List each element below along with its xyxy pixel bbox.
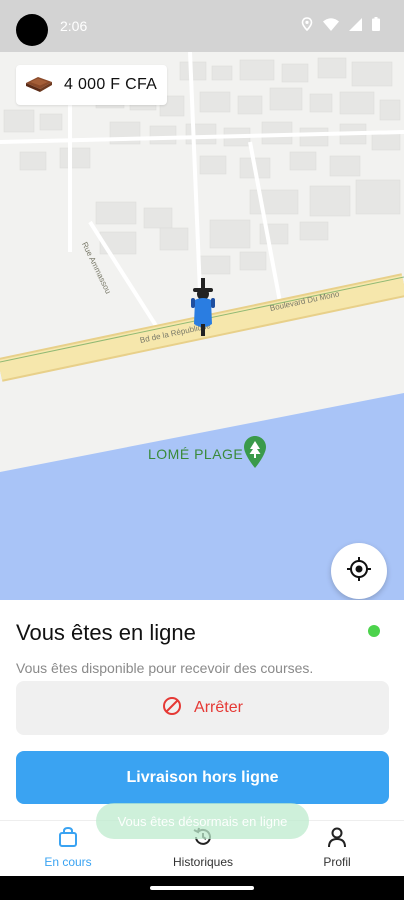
balance-chip[interactable]: 4 000 F CFA [16, 65, 168, 105]
place-label-lome-plage: LOMÉ PLAGE [148, 446, 244, 462]
status-bar: 2:06 [0, 0, 404, 52]
location-icon [301, 17, 313, 31]
prohibited-icon [162, 696, 182, 721]
online-toast-text: Vous êtes désormais en ligne [117, 813, 288, 829]
nav-label-historiques: Historiques [172, 855, 234, 869]
locate-me-button[interactable] [331, 543, 387, 599]
signal-icon [349, 17, 362, 31]
balance-amount: 4 000 F CFA [64, 76, 158, 93]
nav-label-profil: Profil [323, 855, 351, 869]
online-status-description: Vous êtes disponible pour recevoir des c… [16, 660, 314, 676]
stop-button[interactable]: Arrêter [16, 681, 389, 735]
online-status-title: Vous êtes en ligne [16, 620, 196, 645]
status-icons [301, 17, 380, 31]
wallet-icon [24, 73, 54, 98]
profile-icon [326, 826, 348, 853]
wifi-icon [323, 17, 339, 31]
courier-marker-icon [188, 278, 218, 341]
online-toast: Vous êtes désormais en ligne [96, 803, 309, 839]
status-time: 2:06 [60, 18, 88, 34]
nav-label-en-cours: En cours [44, 855, 92, 869]
stop-button-label: Arrêter [194, 699, 243, 716]
battery-icon [372, 17, 380, 31]
camera-cutout [16, 14, 48, 46]
park-pin-icon[interactable] [244, 436, 266, 473]
map-view[interactable]: Bd de la République Boulevard Du Mono Ru… [0, 52, 404, 600]
offline-delivery-button[interactable]: Livraison hors ligne [16, 751, 389, 804]
offline-delivery-label: Livraison hors ligne [126, 768, 279, 786]
online-indicator [368, 625, 380, 637]
crosshair-icon [346, 556, 372, 587]
home-gesture-handle[interactable] [150, 886, 254, 890]
bag-icon [57, 826, 79, 853]
